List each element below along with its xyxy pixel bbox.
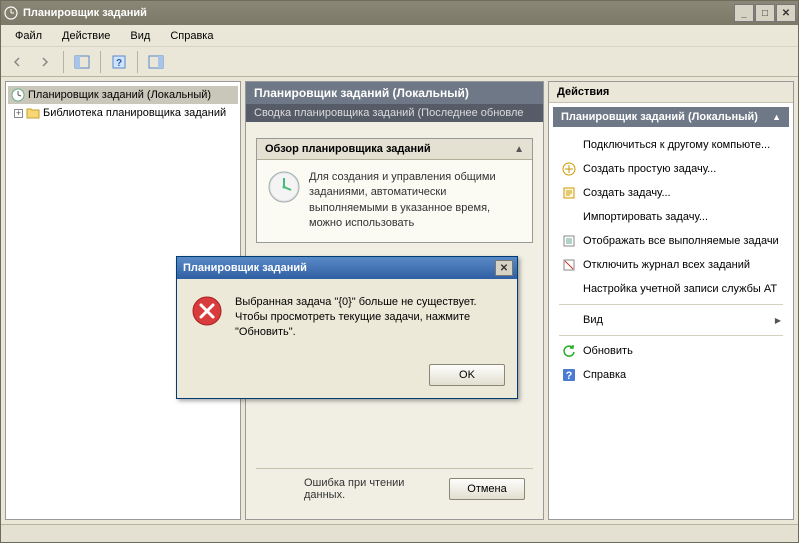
action-label: Вид bbox=[583, 314, 603, 326]
center-header: Планировщик заданий (Локальный) bbox=[246, 82, 543, 104]
toolbar-separator bbox=[63, 51, 64, 73]
history-off-icon bbox=[561, 257, 577, 273]
center-footer: Ошибка при чтении данных. Отмена bbox=[256, 468, 533, 509]
overview-group: Обзор планировщика заданий ▲ Для создани… bbox=[256, 138, 533, 243]
menubar: Файл Действие Вид Справка bbox=[1, 25, 798, 47]
action-label: Создать задачу... bbox=[583, 187, 671, 199]
action-create-basic[interactable]: Создать простую задачу... bbox=[553, 157, 789, 181]
folder-icon bbox=[25, 105, 41, 121]
window-buttons: _ □ ✕ bbox=[733, 4, 796, 22]
tree-library-label: Библиотека планировщика заданий bbox=[43, 107, 226, 119]
action-label: Обновить bbox=[583, 345, 633, 357]
action-view[interactable]: Вид ▶ bbox=[553, 308, 789, 332]
action-import[interactable]: Импортировать задачу... bbox=[553, 205, 789, 229]
refresh-icon bbox=[561, 343, 577, 359]
overview-title-row[interactable]: Обзор планировщика заданий ▲ bbox=[257, 139, 532, 160]
clock-large-icon bbox=[267, 170, 301, 204]
dialog-message: Выбранная задача "{0}" больше не существ… bbox=[235, 295, 503, 340]
blank-icon bbox=[561, 209, 577, 225]
action-label: Подключиться к другому компьюте... bbox=[583, 139, 770, 151]
maximize-button[interactable]: □ bbox=[755, 4, 775, 22]
dialog-titlebar[interactable]: Планировщик заданий ✕ bbox=[177, 257, 517, 279]
toolbar-separator bbox=[137, 51, 138, 73]
action-refresh[interactable]: Обновить bbox=[553, 339, 789, 363]
blank-icon bbox=[561, 281, 577, 297]
menu-action[interactable]: Действие bbox=[54, 28, 118, 44]
action-label: Справка bbox=[583, 369, 626, 381]
action-label: Настройка учетной записи службы AT bbox=[583, 283, 777, 295]
menu-file[interactable]: Файл bbox=[7, 28, 50, 44]
tree-root-label: Планировщик заданий (Локальный) bbox=[28, 89, 211, 101]
actions-pane: Действия Планировщик заданий (Локальный)… bbox=[548, 81, 794, 520]
overview-text: Для создания и управления общими задания… bbox=[309, 170, 522, 232]
action-at-account[interactable]: Настройка учетной записи службы AT bbox=[553, 277, 789, 301]
collapse-up-icon[interactable]: ▲ bbox=[514, 144, 524, 155]
help-icon: ? bbox=[561, 367, 577, 383]
dialog-title: Планировщик заданий bbox=[181, 262, 495, 274]
help-button[interactable]: ? bbox=[107, 50, 131, 74]
minimize-button[interactable]: _ bbox=[734, 4, 754, 22]
show-hide-actions-button[interactable] bbox=[144, 50, 168, 74]
error-icon bbox=[191, 295, 223, 327]
tree-root[interactable]: Планировщик заданий (Локальный) bbox=[8, 86, 238, 104]
toolbar-separator bbox=[100, 51, 101, 73]
expand-icon[interactable]: + bbox=[14, 109, 23, 118]
create-task-icon bbox=[561, 185, 577, 201]
menu-view[interactable]: Вид bbox=[122, 28, 158, 44]
cancel-button[interactable]: Отмена bbox=[449, 478, 525, 500]
collapse-up-icon[interactable]: ▲ bbox=[772, 112, 781, 122]
actions-header-label: Планировщик заданий (Локальный) bbox=[561, 111, 758, 123]
forward-button[interactable] bbox=[33, 50, 57, 74]
overview-body: Для создания и управления общими задания… bbox=[257, 160, 532, 242]
statusbar bbox=[1, 524, 798, 542]
show-hide-tree-button[interactable] bbox=[70, 50, 94, 74]
action-connect[interactable]: Подключиться к другому компьюте... bbox=[553, 133, 789, 157]
action-label: Отображать все выполняемые задачи bbox=[583, 235, 779, 247]
back-button[interactable] bbox=[5, 50, 29, 74]
close-button[interactable]: ✕ bbox=[776, 4, 796, 22]
action-separator bbox=[559, 335, 783, 336]
actions-header[interactable]: Планировщик заданий (Локальный) ▲ bbox=[553, 107, 789, 127]
dialog-footer: OK bbox=[177, 356, 517, 398]
center-subheader: Сводка планировщика заданий (Последнее о… bbox=[246, 104, 543, 122]
action-separator bbox=[559, 304, 783, 305]
blank-icon bbox=[561, 312, 577, 328]
actions-title: Действия bbox=[549, 82, 793, 103]
dialog-body: Выбранная задача "{0}" больше не существ… bbox=[177, 279, 517, 356]
action-label: Отключить журнал всех заданий bbox=[583, 259, 750, 271]
menu-help[interactable]: Справка bbox=[162, 28, 221, 44]
ok-button[interactable]: OK bbox=[429, 364, 505, 386]
action-show-running[interactable]: Отображать все выполняемые задачи bbox=[553, 229, 789, 253]
clock-icon bbox=[10, 87, 26, 103]
action-label: Импортировать задачу... bbox=[583, 211, 708, 223]
action-create-task[interactable]: Создать задачу... bbox=[553, 181, 789, 205]
submenu-arrow-icon: ▶ bbox=[775, 316, 781, 325]
tree: Планировщик заданий (Локальный) + Библио… bbox=[6, 82, 240, 126]
toolbar: ? bbox=[1, 47, 798, 77]
action-help[interactable]: ? Справка bbox=[553, 363, 789, 387]
dialog-close-button[interactable]: ✕ bbox=[495, 260, 513, 276]
list-icon bbox=[561, 233, 577, 249]
app-icon bbox=[3, 5, 19, 21]
overview-title: Обзор планировщика заданий bbox=[265, 143, 431, 155]
svg-text:?: ? bbox=[566, 370, 573, 382]
create-basic-icon bbox=[561, 161, 577, 177]
footer-error-text: Ошибка при чтении данных. bbox=[264, 477, 439, 501]
svg-text:?: ? bbox=[116, 58, 122, 69]
action-disable-history[interactable]: Отключить журнал всех заданий bbox=[553, 253, 789, 277]
tree-library[interactable]: + Библиотека планировщика заданий bbox=[8, 104, 238, 122]
titlebar[interactable]: Планировщик заданий _ □ ✕ bbox=[1, 1, 798, 25]
blank-icon bbox=[561, 137, 577, 153]
window-title: Планировщик заданий bbox=[23, 7, 733, 19]
error-dialog: Планировщик заданий ✕ Выбранная задача "… bbox=[176, 256, 518, 399]
actions-list: Подключиться к другому компьюте... Созда… bbox=[549, 131, 793, 389]
action-label: Создать простую задачу... bbox=[583, 163, 716, 175]
